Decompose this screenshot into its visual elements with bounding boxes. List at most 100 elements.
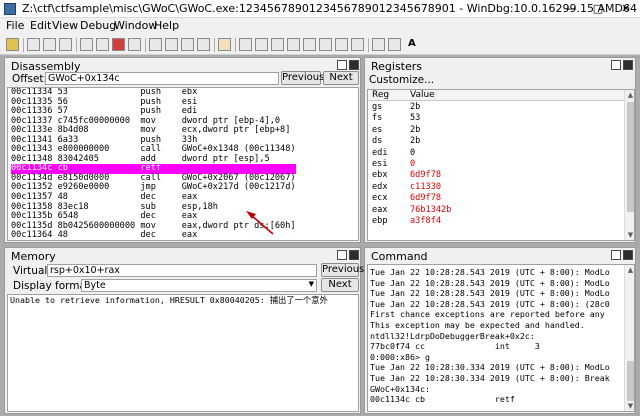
register-value[interactable]: 6d9f78 (410, 193, 441, 203)
register-row[interactable]: ebx 6d9f78 (368, 170, 624, 181)
run-to-cursor-icon[interactable] (197, 38, 210, 51)
menu-help[interactable]: Help (154, 19, 179, 32)
register-row[interactable]: fs 53 (368, 113, 624, 124)
register-row[interactable]: gs 2b (368, 102, 624, 113)
command-output-line: 77bc0f74 cc int 3 (370, 341, 540, 352)
toolbar-separator (214, 38, 215, 52)
disassembly-window-icon[interactable] (335, 38, 348, 51)
offset-input[interactable]: GWoC+0x134c (45, 72, 279, 85)
command-output-line: First chance exceptions are reported bef… (370, 309, 605, 320)
break-icon[interactable] (128, 38, 141, 51)
minimize-button[interactable]: — (556, 0, 584, 18)
registers-panel: Registers Customize... Reg Value gs 2b fs 5… (364, 57, 636, 243)
command-output-line: This exception may be expected and handl… (370, 319, 585, 330)
close-button[interactable]: ✕ (612, 0, 640, 18)
memory-window-icon[interactable] (303, 38, 316, 51)
register-row[interactable]: edi 0 (368, 148, 624, 159)
title-bar: Z:\ctf\ctfsample\misc\GWoC\GWoC.exe:1234… (0, 0, 640, 18)
register-name: eax (372, 204, 388, 215)
restart-icon[interactable] (96, 38, 109, 51)
panel-close-icon[interactable] (623, 60, 633, 70)
cut-icon[interactable] (27, 38, 40, 51)
scrollbar-thumb[interactable] (627, 102, 634, 212)
call-stack-window-icon[interactable] (319, 38, 332, 51)
display-format-value: Byte (84, 280, 106, 291)
panel-close-icon[interactable] (349, 60, 359, 70)
register-name: ebx (372, 170, 388, 181)
scroll-up-icon[interactable]: ▲ (625, 265, 634, 275)
display-format-select[interactable]: Byte ▼ (81, 279, 317, 292)
virtual-label: Virtual: (13, 265, 51, 277)
register-value[interactable]: c11330 (410, 182, 441, 192)
previous-button[interactable]: Previous (281, 71, 324, 85)
paste-icon[interactable] (59, 38, 72, 51)
panel-dock-icon[interactable] (337, 250, 347, 260)
registers-scrollbar[interactable]: ▲ ▼ (624, 90, 634, 240)
hand-icon[interactable] (218, 38, 231, 51)
menu-edit[interactable]: Edit (30, 19, 51, 32)
annotation-arrow-line (250, 214, 274, 235)
command-output: Tue Jan 22 10:28:28.543 2019 (UTC + 8:00… (367, 264, 635, 412)
command-window-icon[interactable] (239, 38, 252, 51)
step-over-icon[interactable] (165, 38, 178, 51)
chevron-down-icon[interactable]: ▼ (309, 280, 314, 288)
register-value[interactable]: 76b1342b (410, 205, 451, 215)
register-value[interactable]: 0 (410, 148, 415, 158)
memory-next-button[interactable]: Next (321, 278, 359, 292)
go-icon[interactable] (80, 38, 93, 51)
panel-close-icon[interactable] (623, 250, 633, 260)
register-value[interactable]: 2b (410, 136, 420, 146)
next-button[interactable]: Next (323, 71, 359, 85)
source-mode-icon[interactable] (372, 38, 385, 51)
command-output-line: 0:000:x86> g (370, 351, 430, 362)
step-out-icon[interactable] (181, 38, 194, 51)
scroll-down-icon[interactable]: ▼ (625, 401, 634, 411)
open-icon[interactable] (6, 38, 19, 51)
virtual-address-input[interactable]: rsp+0x10+rax (47, 264, 317, 277)
register-value[interactable]: 2b (410, 102, 420, 112)
register-value[interactable]: 6d9f78 (410, 170, 441, 180)
scroll-down-icon[interactable]: ▼ (625, 230, 634, 240)
memory-error-text: Unable to retrieve information, HRESULT … (10, 295, 328, 305)
register-name: es (372, 124, 383, 135)
menu-view[interactable]: View (52, 19, 78, 32)
register-name: edi (372, 147, 388, 158)
register-value[interactable]: a3f8f4 (410, 216, 441, 226)
panel-dock-icon[interactable] (611, 60, 621, 70)
register-row[interactable]: edx c11330 (368, 182, 624, 193)
register-value[interactable]: 2b (410, 125, 420, 135)
menu-bar: File Edit View Debug Window Help (0, 18, 640, 35)
command-output-line: Tue Jan 22 10:28:30.334 2019 (UTC + 8:00… (370, 372, 610, 383)
memory-title: Memory (11, 250, 56, 263)
registers-window-icon[interactable] (287, 38, 300, 51)
customize-link[interactable]: Customize... (369, 74, 434, 86)
options-icon[interactable] (388, 38, 401, 51)
scratch-pad-icon[interactable] (351, 38, 364, 51)
panel-dock-icon[interactable] (611, 250, 621, 260)
menu-window[interactable]: Window (114, 19, 157, 32)
disassembly-panel: Disassembly Offset: GWoC+0x134c Previous… (4, 57, 361, 243)
step-into-icon[interactable] (149, 38, 162, 51)
menu-file[interactable]: File (6, 19, 24, 32)
copy-icon[interactable] (43, 38, 56, 51)
locals-window-icon[interactable] (271, 38, 284, 51)
register-row[interactable]: ebp a3f8f4 (368, 216, 624, 227)
register-value[interactable]: 0 (410, 159, 415, 169)
panel-dock-icon[interactable] (337, 60, 347, 70)
memory-previous-button[interactable]: Previous (321, 263, 364, 277)
menu-debug[interactable]: Debug (80, 19, 116, 32)
register-row[interactable]: ds 2b (368, 136, 624, 147)
scroll-up-icon[interactable]: ▲ (625, 90, 634, 100)
watch-window-icon[interactable] (255, 38, 268, 51)
stop-debugging-icon[interactable] (112, 38, 125, 51)
register-value[interactable]: 53 (410, 113, 420, 123)
panel-close-icon[interactable] (349, 250, 359, 260)
register-row[interactable]: ecx 6d9f78 (368, 193, 624, 204)
font-icon[interactable]: A (408, 38, 416, 49)
register-row[interactable]: es 2b (368, 125, 624, 136)
scrollbar-thumb[interactable] (627, 361, 634, 401)
register-row[interactable]: eax 76b1342b (368, 205, 624, 216)
command-scrollbar[interactable]: ▲ ▼ (624, 265, 634, 411)
register-row[interactable]: esi 0 (368, 159, 624, 170)
maximize-button[interactable]: □ (584, 0, 612, 18)
